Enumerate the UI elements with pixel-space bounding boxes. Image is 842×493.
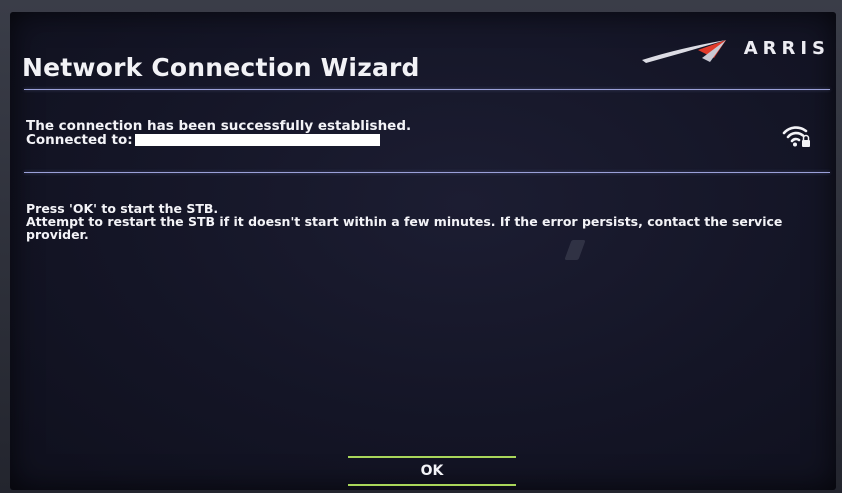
header-divider [24, 89, 830, 90]
arris-swoosh-icon [642, 40, 726, 63]
connected-to-row: Connected to: [26, 133, 411, 147]
page-title: Network Connection Wizard [22, 53, 420, 82]
content-divider [24, 172, 830, 173]
ok-button[interactable]: OK [348, 456, 516, 486]
logo-wordmark: ARRIS [743, 38, 830, 59]
instructions-text: Press 'OK' to start the STB. Attempt to … [26, 202, 826, 241]
screen-reflection [564, 240, 586, 260]
status-message: The connection has been successfully est… [26, 118, 412, 134]
wizard-screen: Network Connection Wizard ARRIS The conn… [10, 12, 836, 490]
arris-logo: ARRIS [640, 32, 830, 72]
network-name-redacted [134, 134, 380, 146]
connection-status: The connection has been successfully est… [26, 119, 411, 147]
connected-to-label: Connected to: [26, 132, 133, 148]
wifi-locked-icon [782, 124, 812, 150]
instructions-line-2: Attempt to restart the STB if it doesn't… [26, 214, 783, 242]
